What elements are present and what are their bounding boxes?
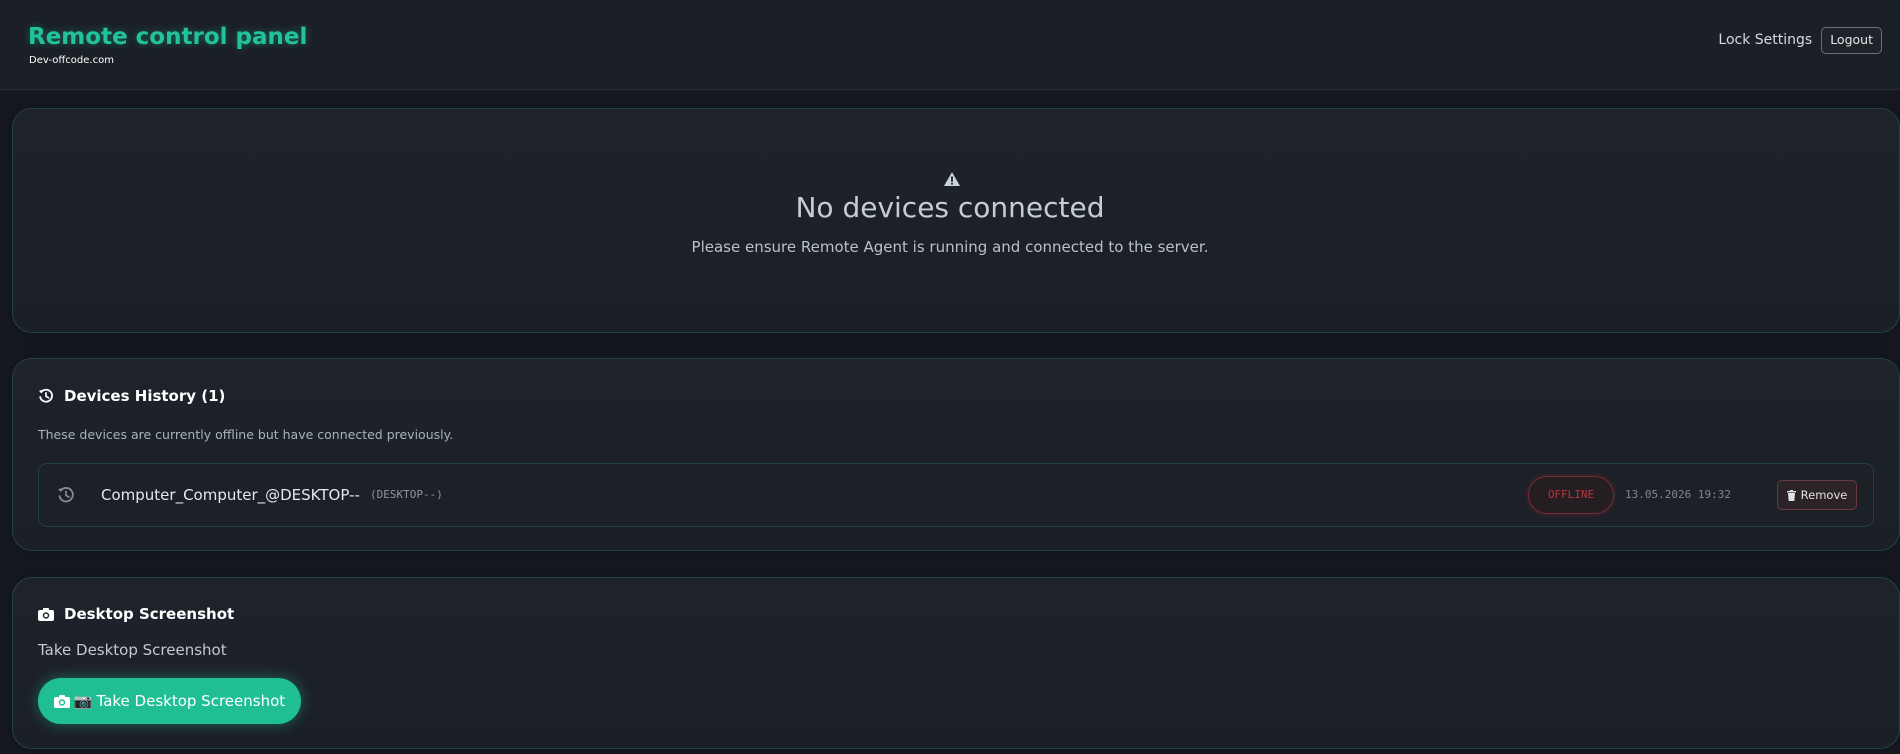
app-title: Remote control panel <box>28 24 308 50</box>
desktop-screenshot-title: Desktop Screenshot <box>64 605 235 623</box>
take-screenshot-button[interactable]: 📷 Take Desktop Screenshot <box>38 678 301 724</box>
take-screenshot-label: Take Desktop Screenshot <box>96 692 286 710</box>
camera-icon <box>38 608 54 621</box>
trash-icon <box>1786 489 1796 501</box>
devices-history-heading: Devices History (1) <box>38 387 225 405</box>
device-hostname: (DESKTOP--) <box>370 488 443 501</box>
desktop-screenshot-heading: Desktop Screenshot <box>38 605 234 623</box>
remove-device-button[interactable]: Remove <box>1777 480 1857 510</box>
device-history-row: Computer_Computer_@DESKTOP-- (DESKTOP--)… <box>38 463 1874 527</box>
device-name: Computer_Computer_@DESKTOP-- <box>101 486 360 504</box>
header-actions: Lock Settings Logout <box>1718 27 1882 54</box>
history-icon <box>38 388 53 403</box>
warning-icon <box>944 172 960 186</box>
header: Remote control panel Dev-offcode.com Loc… <box>0 0 1900 90</box>
devices-history-title: Devices History (1) <box>64 387 226 405</box>
app-subtitle: Dev-offcode.com <box>29 55 114 66</box>
camera-icon <box>53 695 70 708</box>
desktop-screenshot-card <box>12 577 1900 749</box>
no-devices-title: No devices connected <box>795 191 1105 224</box>
lock-settings-link[interactable]: Lock Settings <box>1718 32 1812 48</box>
no-devices-description: Please ensure Remote Agent is running an… <box>691 238 1209 256</box>
logout-button[interactable]: Logout <box>1821 27 1882 54</box>
last-seen-timestamp: 13.05.2026 19:32 <box>1625 488 1731 501</box>
history-icon <box>57 487 74 503</box>
camera-emoji: 📷 <box>73 692 93 710</box>
desktop-screenshot-description: Take Desktop Screenshot <box>38 641 227 659</box>
status-badge: OFFLINE <box>1528 476 1614 514</box>
remove-label: Remove <box>1800 488 1848 502</box>
devices-history-description: These devices are currently offline but … <box>38 427 454 442</box>
